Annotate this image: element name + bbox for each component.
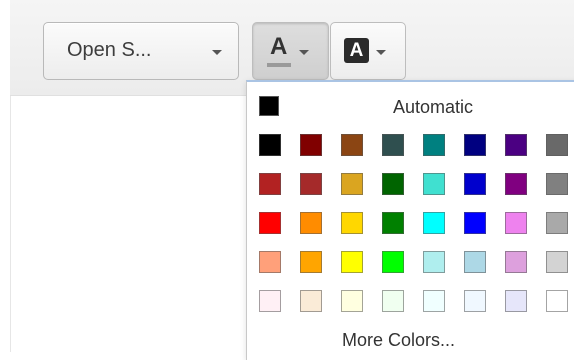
color-swatch[interactable] xyxy=(382,134,404,156)
color-swatch[interactable] xyxy=(464,212,486,234)
color-swatch[interactable] xyxy=(423,212,445,234)
color-swatch[interactable] xyxy=(259,290,281,312)
color-swatch[interactable] xyxy=(464,290,486,312)
color-swatch[interactable] xyxy=(341,134,363,156)
color-swatch[interactable] xyxy=(505,290,527,312)
text-color-indicator xyxy=(267,63,291,67)
automatic-color-label: Automatic xyxy=(393,97,474,117)
color-swatch[interactable] xyxy=(423,173,445,195)
color-swatch[interactable] xyxy=(423,134,445,156)
color-swatch[interactable] xyxy=(300,212,322,234)
color-swatch[interactable] xyxy=(382,290,404,312)
color-swatch[interactable] xyxy=(259,134,281,156)
color-swatch[interactable] xyxy=(259,173,281,195)
color-swatch[interactable] xyxy=(423,251,445,273)
chevron-down-icon xyxy=(299,50,309,55)
color-swatch[interactable] xyxy=(505,212,527,234)
color-swatch[interactable] xyxy=(341,290,363,312)
color-swatch[interactable] xyxy=(259,212,281,234)
text-color-button[interactable]: A xyxy=(252,22,329,80)
color-swatch[interactable] xyxy=(464,134,486,156)
automatic-color-swatch xyxy=(259,96,279,116)
color-swatch[interactable] xyxy=(546,251,568,273)
more-colors-link[interactable]: More Colors... xyxy=(342,330,455,351)
color-swatch[interactable] xyxy=(341,212,363,234)
color-swatch[interactable] xyxy=(423,290,445,312)
color-swatch[interactable] xyxy=(546,290,568,312)
color-swatch[interactable] xyxy=(464,173,486,195)
color-swatch[interactable] xyxy=(546,173,568,195)
color-swatch[interactable] xyxy=(341,251,363,273)
color-swatch[interactable] xyxy=(546,212,568,234)
text-color-icon: A xyxy=(270,33,288,60)
color-swatch[interactable] xyxy=(505,173,527,195)
color-palette-dropdown: Automatic More Colors... xyxy=(246,80,574,360)
highlight-color-icon: A xyxy=(344,38,369,63)
editor-border xyxy=(10,96,11,352)
color-swatch[interactable] xyxy=(382,251,404,273)
automatic-color-option[interactable]: Automatic xyxy=(259,94,559,120)
chevron-down-icon xyxy=(212,50,222,55)
font-family-select[interactable]: Open S... xyxy=(43,22,239,80)
chevron-down-icon xyxy=(376,50,386,55)
color-swatch[interactable] xyxy=(464,251,486,273)
color-swatch[interactable] xyxy=(382,212,404,234)
color-swatch[interactable] xyxy=(259,251,281,273)
color-swatch[interactable] xyxy=(546,134,568,156)
color-swatch[interactable] xyxy=(382,173,404,195)
color-swatch[interactable] xyxy=(300,251,322,273)
color-swatch[interactable] xyxy=(300,134,322,156)
font-family-value: Open S... xyxy=(67,39,152,61)
color-swatch[interactable] xyxy=(505,251,527,273)
highlight-color-button[interactable]: A xyxy=(330,22,406,80)
color-swatch[interactable] xyxy=(300,173,322,195)
color-swatch[interactable] xyxy=(341,173,363,195)
color-swatch[interactable] xyxy=(300,290,322,312)
color-swatch[interactable] xyxy=(505,134,527,156)
